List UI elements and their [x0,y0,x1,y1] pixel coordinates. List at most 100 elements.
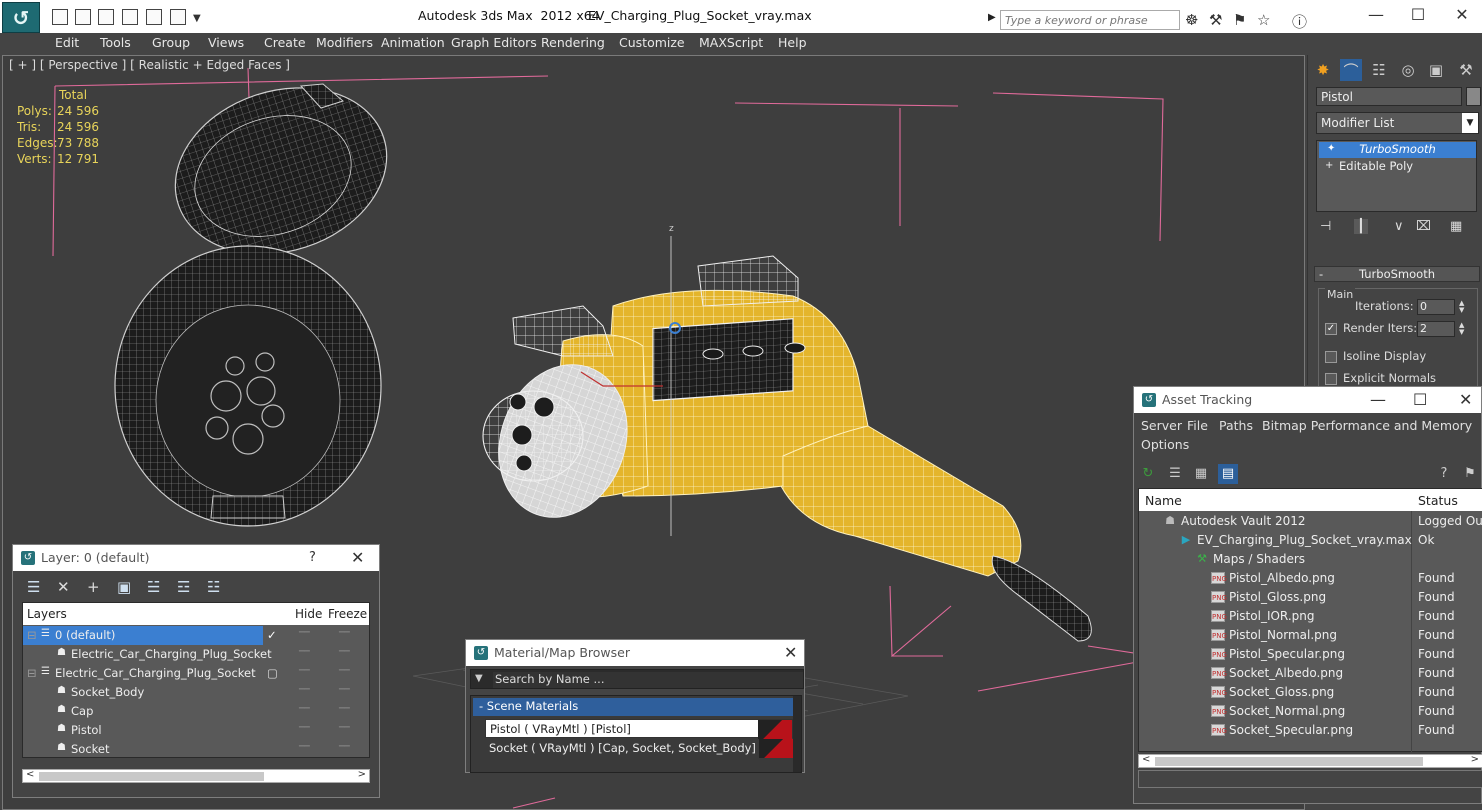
asset-row[interactable]: PNG Pistol_Gloss.png Found [1139,588,1482,607]
hide-toggle-icon[interactable]: ── [299,628,310,638]
freeze-toggle-icon[interactable]: ── [339,647,350,657]
layer-row[interactable]: ☗ Electric_Car_Charging_Plug_Socket ── ── [23,645,369,664]
menu-views[interactable]: Views [208,35,244,50]
col-freeze[interactable]: Freeze [328,607,367,621]
subscription-icon[interactable]: ⚒ [1209,11,1222,29]
quick-access-dropdown-icon[interactable]: ▼ [193,13,201,24]
configure-modifier-sets-icon[interactable]: ▦ [1450,219,1462,234]
chevron-down-icon[interactable]: ▼ [1462,113,1478,133]
at-menu-bitmap-performance[interactable]: Bitmap Performance and Memory [1262,418,1472,433]
layer-row[interactable]: ☗ Socket_Body ── ── [23,683,369,702]
scroll-right-icon[interactable]: > [358,769,366,780]
search-expand-icon[interactable]: ▶ [988,12,996,23]
refresh-icon[interactable]: ↻ [1138,464,1158,484]
scene-materials-group[interactable]: - Scene Materials [473,698,797,716]
minimize-button[interactable]: — [1356,5,1396,24]
menu-animation[interactable]: Animation [381,35,445,50]
menu-group[interactable]: Group [152,35,190,50]
app-logo-icon[interactable]: ↺ [2,2,40,33]
remove-modifier-icon[interactable]: ⌧ [1416,219,1431,234]
scroll-left-icon[interactable]: < [26,769,34,780]
stack-item-turbosmooth[interactable]: ✦ TurboSmooth [1319,142,1476,158]
scroll-thumb[interactable] [1155,757,1423,766]
col-status[interactable]: Status [1418,493,1458,508]
layer-row[interactable]: ☗ Pistol ── ── [23,721,369,740]
pin-stack-icon[interactable]: ⊣ [1320,219,1331,234]
close-button[interactable]: ✕ [1442,5,1482,24]
layer-row[interactable]: ☗ Socket ── ── [23,740,369,759]
asset-tracking-titlebar[interactable]: ↺ Asset Tracking — ☐ ✕ [1134,387,1481,413]
lightbulb-icon[interactable]: ✦ [1327,143,1335,154]
render-iters-spinner[interactable]: 2 [1417,321,1455,337]
highlight-layer-icon[interactable]: ☱ [147,578,160,596]
spinner-arrows-icon[interactable]: ▲ ▼ [1459,322,1464,336]
menu-maxscript[interactable]: MAXScript [699,35,763,50]
close-button[interactable]: ✕ [1459,390,1472,409]
menu-edit[interactable]: Edit [55,35,79,50]
col-hide[interactable]: Hide [295,607,322,621]
freeze-toggle-icon[interactable]: ── [339,723,350,733]
create-tab-icon[interactable]: ✸ [1312,59,1334,81]
layer-row[interactable]: ☰ ⊟ Electric_Car_Charging_Plug_Socket ▢ ── ── [23,664,369,683]
asset-path-field[interactable] [1138,770,1482,788]
add-to-layer-icon[interactable]: + [87,578,100,596]
object-name-field[interactable]: Pistol [1316,87,1462,106]
hold-icon[interactable] [170,9,186,25]
motion-tab-icon[interactable]: ◎ [1397,59,1419,81]
asset-row[interactable]: PNG Pistol_Normal.png Found [1139,626,1482,645]
favorites-star-icon[interactable]: ☆ [1257,11,1270,29]
table-view-icon[interactable]: ▤ [1218,464,1238,484]
asset-row[interactable]: PNG Socket_Albedo.png Found [1139,664,1482,683]
binoculars-icon[interactable]: ☸ [1185,11,1198,29]
material-item-pistol[interactable]: Pistol ( VRayMtl ) [Pistol] [485,719,793,739]
asset-row[interactable]: PNG Socket_Specular.png Found [1139,721,1482,740]
display-tab-icon[interactable]: ▣ [1425,59,1447,81]
menu-create[interactable]: Create [264,35,306,50]
help-icon[interactable]: ? [1434,464,1454,484]
menu-rendering[interactable]: Rendering [541,35,605,50]
delete-layer-icon[interactable]: ✕ [57,578,70,596]
col-layers[interactable]: Layers [27,607,67,621]
asset-row[interactable]: ▶ EV_Charging_Plug_Socket_vray.max Ok [1139,531,1482,550]
turbosmooth-rollout-header[interactable]: - TurboSmooth [1314,266,1480,282]
list-view-icon[interactable]: ☰ [1165,464,1185,484]
hide-toggle-icon[interactable]: ── [299,704,310,714]
asset-row[interactable]: ⚒ Maps / Shaders [1139,550,1482,569]
iterations-spinner[interactable]: 0 [1417,299,1455,315]
hide-toggle-icon[interactable]: ── [299,723,310,733]
save-file-icon[interactable] [98,9,114,25]
menu-graph-editors[interactable]: Graph Editors [451,35,537,50]
modify-tab-icon[interactable]: ⌒ [1340,59,1362,81]
layer-row[interactable]: ☰ ⊟ 0 (default) ✓ ── ── [23,626,350,645]
col-name[interactable]: Name [1145,493,1182,508]
make-unique-icon[interactable]: ∨ [1394,219,1404,234]
stack-item-editable-poly[interactable]: + Editable Poly [1319,159,1476,175]
asset-row[interactable]: PNG Socket_Gloss.png Found [1139,683,1482,702]
hide-toggle-icon[interactable]: ── [299,685,310,695]
freeze-all-icon[interactable]: ☳ [207,578,220,596]
menu-modifiers[interactable]: Modifiers [316,35,373,50]
hide-toggle-icon[interactable]: ── [299,742,310,752]
thumbnail-view-icon[interactable]: ▦ [1191,464,1211,484]
undo-icon[interactable] [122,9,138,25]
asset-row[interactable]: PNG Pistol_Albedo.png Found [1139,569,1482,588]
minimize-button[interactable]: — [1370,390,1386,409]
freeze-toggle-icon[interactable]: ── [339,685,350,695]
highlight-icon[interactable]: ⚑ [1460,464,1480,484]
scroll-left-icon[interactable]: < [1142,754,1150,765]
help-icon[interactable]: ⓘ [1292,11,1307,32]
isoline-display-checkbox[interactable] [1325,351,1337,363]
object-color-swatch[interactable] [1466,87,1481,106]
freeze-toggle-icon[interactable]: ── [339,742,350,752]
open-file-icon[interactable] [75,9,91,25]
scroll-right-icon[interactable]: > [1471,754,1479,765]
menu-tools[interactable]: Tools [100,35,131,50]
communication-icon[interactable]: ⚑ [1233,11,1246,29]
maximize-button[interactable]: ☐ [1398,5,1438,24]
material-browser-titlebar[interactable]: ↺ Material/Map Browser ✕ [466,640,804,666]
asset-horizontal-scrollbar[interactable]: < > [1138,754,1482,768]
utilities-tab-icon[interactable]: ⚒ [1455,59,1477,81]
show-end-result-icon[interactable]: ┃ [1354,219,1368,234]
set-current-layer-icon[interactable]: ▢ [267,666,278,680]
explicit-normals-checkbox[interactable] [1325,373,1337,385]
